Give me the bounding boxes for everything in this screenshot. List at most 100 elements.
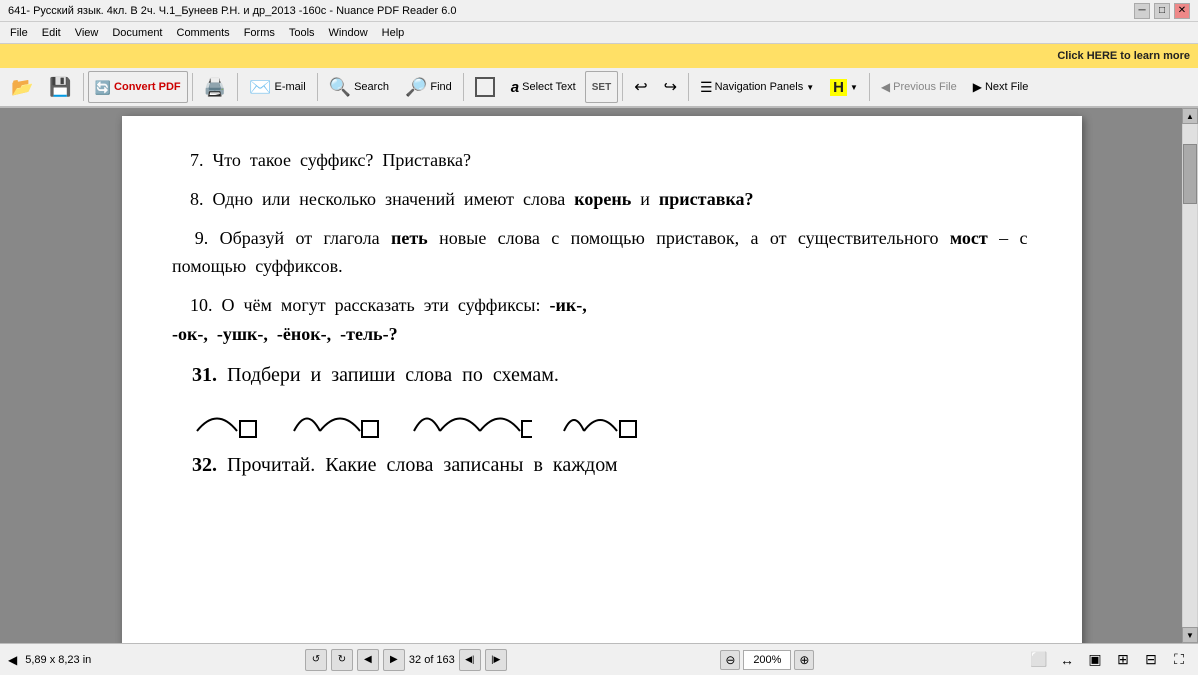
paragraph-10: 10. О чём могут рассказать эти суффиксы:… bbox=[172, 291, 1032, 349]
separator3 bbox=[237, 73, 238, 101]
chevron-down-icon: ▼ bbox=[806, 83, 814, 92]
convert-icon: 🔄 bbox=[95, 81, 111, 94]
scroll-down-button[interactable]: ▼ bbox=[1182, 627, 1198, 643]
split-view-button[interactable]: ⊞ bbox=[1112, 649, 1134, 671]
next-file-button[interactable]: ▶ Next File bbox=[966, 71, 1036, 103]
fit-width-button[interactable]: ↔ bbox=[1056, 649, 1078, 671]
menu-view[interactable]: View bbox=[69, 25, 105, 41]
two-page-button[interactable]: ▣ bbox=[1084, 649, 1106, 671]
main-area: 7. Что такое суффикс? Приставка? 8. Одно… bbox=[0, 108, 1198, 643]
scroll-left-icon[interactable]: ◀ bbox=[8, 653, 17, 667]
separator2 bbox=[192, 73, 193, 101]
window-controls: ─ □ ✕ bbox=[1134, 3, 1190, 19]
ad-bar[interactable]: Click HERE to learn more bbox=[0, 44, 1198, 68]
scroll-up-button[interactable]: ▲ bbox=[1182, 108, 1198, 124]
menu-bar: File Edit View Document Comments Forms T… bbox=[0, 22, 1198, 44]
prev-page-button[interactable]: ◀ bbox=[357, 649, 379, 671]
close-button[interactable]: ✕ bbox=[1174, 3, 1190, 19]
page-info-label: 32 of 163 bbox=[409, 654, 455, 666]
next-file-icon: ▶ bbox=[973, 80, 982, 94]
next-page-button[interactable]: ▶ bbox=[383, 649, 405, 671]
right-scrollbar[interactable]: ▲ ▼ bbox=[1182, 108, 1198, 643]
zoom-out-button[interactable]: ⊖ bbox=[720, 650, 740, 670]
zoom-control: ⊖ ⊕ bbox=[720, 650, 814, 670]
scroll-track bbox=[1183, 124, 1197, 627]
menu-document[interactable]: Document bbox=[106, 25, 168, 41]
menu-tools[interactable]: Tools bbox=[283, 25, 321, 41]
diagram-1 bbox=[192, 401, 262, 441]
bold-pet: петь bbox=[391, 228, 428, 248]
convert-pdf-button[interactable]: 🔄 Convert PDF bbox=[88, 71, 188, 103]
nav-panels-label: Navigation Panels bbox=[715, 81, 804, 93]
search-button[interactable]: 🔍 Search bbox=[322, 71, 396, 103]
cursor-icon: a bbox=[511, 79, 519, 96]
fullscreen-button[interactable]: ⛶ bbox=[1168, 649, 1190, 671]
zoom-in-button[interactable]: ⊕ bbox=[794, 650, 814, 670]
save-icon: 💾 bbox=[49, 78, 71, 96]
maximize-button[interactable]: □ bbox=[1154, 3, 1170, 19]
dimensions-label: 5,89 x 8,23 in bbox=[25, 654, 91, 666]
bold-suffixes: -ок-, -ушк-, -ёнок-, -тель-? bbox=[172, 324, 398, 344]
email-button[interactable]: ✉️ E-mail bbox=[242, 71, 313, 103]
prev-file-button[interactable]: ◀ Previous File bbox=[874, 71, 964, 103]
first-page-button[interactable]: ◀| bbox=[459, 649, 481, 671]
separator7 bbox=[688, 73, 689, 101]
menu-edit[interactable]: Edit bbox=[36, 25, 67, 41]
ad-text: Click HERE to learn more bbox=[1057, 50, 1190, 62]
select-box-button[interactable] bbox=[468, 71, 502, 103]
undo-button[interactable]: ↩ bbox=[627, 71, 654, 103]
zoom-input[interactable] bbox=[743, 650, 791, 670]
diagram-row bbox=[172, 401, 1032, 441]
paragraph-7: 7. Что такое суффикс? Приставка? bbox=[172, 146, 1032, 175]
view-mode-button[interactable]: ⊟ bbox=[1140, 649, 1162, 671]
pdf-view-area[interactable]: 7. Что такое суффикс? Приставка? 8. Одно… bbox=[10, 108, 1182, 643]
select-box-icon bbox=[475, 77, 495, 97]
last-page-button[interactable]: |▶ bbox=[485, 649, 507, 671]
paragraph-9: 9. Образуй от глагола петь новые слова с… bbox=[172, 224, 1032, 282]
separator6 bbox=[622, 73, 623, 101]
open-button[interactable]: 📂 bbox=[4, 71, 40, 103]
menu-window[interactable]: Window bbox=[323, 25, 374, 41]
paragraph-31: 31. Подбери и запиши слова по схемам. bbox=[172, 359, 1032, 391]
status-left: ◀ 5,89 x 8,23 in bbox=[8, 653, 91, 667]
bold-pristavka: приставка? bbox=[659, 189, 754, 209]
left-resize-handle[interactable] bbox=[0, 108, 10, 643]
fit-page-button[interactable]: ⬜ bbox=[1028, 649, 1050, 671]
next-file-label: Next File bbox=[985, 81, 1028, 93]
menu-file[interactable]: File bbox=[4, 25, 34, 41]
menu-help[interactable]: Help bbox=[376, 25, 411, 41]
search-label: Search bbox=[354, 81, 389, 93]
search-icon: 🔍 bbox=[329, 78, 351, 96]
separator8 bbox=[869, 73, 870, 101]
nav-panels-button[interactable]: ☰ Navigation Panels ▼ bbox=[693, 71, 821, 103]
scroll-thumb[interactable] bbox=[1183, 144, 1197, 204]
redo-button[interactable]: ↪ bbox=[657, 71, 684, 103]
convert-label: Convert PDF bbox=[114, 81, 181, 93]
rotate-left-button[interactable]: ↺ bbox=[305, 649, 327, 671]
highlight-button[interactable]: H ▼ bbox=[823, 71, 865, 103]
menu-forms[interactable]: Forms bbox=[238, 25, 281, 41]
diagram-4 bbox=[562, 401, 642, 441]
set-button[interactable]: SET bbox=[585, 71, 618, 103]
toolbar: 📂 💾 🔄 Convert PDF 🖨️ ✉️ E-mail 🔍 Search … bbox=[0, 68, 1198, 108]
find-label: Find bbox=[430, 81, 451, 93]
minimize-button[interactable]: ─ bbox=[1134, 3, 1150, 19]
title-bar: 641- Русский язык. 4кл. В 2ч. Ч.1_Бунеев… bbox=[0, 0, 1198, 22]
separator5 bbox=[463, 73, 464, 101]
select-text-button[interactable]: a Select Text bbox=[504, 71, 583, 103]
status-bar: ◀ 5,89 x 8,23 in ↺ ↻ ◀ ▶ 32 of 163 ◀| |▶… bbox=[0, 643, 1198, 675]
paragraph-32: 32. Прочитай. Какие слова записаны в каж… bbox=[172, 449, 1032, 481]
menu-comments[interactable]: Comments bbox=[171, 25, 236, 41]
find-button[interactable]: 🔎 Find bbox=[398, 71, 459, 103]
rotate-right-button[interactable]: ↻ bbox=[331, 649, 353, 671]
separator bbox=[83, 73, 84, 101]
find-icon: 🔎 bbox=[405, 78, 427, 96]
email-label: E-mail bbox=[275, 81, 306, 93]
print-icon: 🖨️ bbox=[204, 78, 226, 96]
save-button[interactable]: 💾 bbox=[42, 71, 78, 103]
redo-icon: ↪ bbox=[664, 77, 677, 97]
set-label: SET bbox=[592, 82, 611, 93]
separator4 bbox=[317, 73, 318, 101]
diagram-3 bbox=[412, 401, 532, 441]
print-button[interactable]: 🖨️ bbox=[197, 71, 233, 103]
